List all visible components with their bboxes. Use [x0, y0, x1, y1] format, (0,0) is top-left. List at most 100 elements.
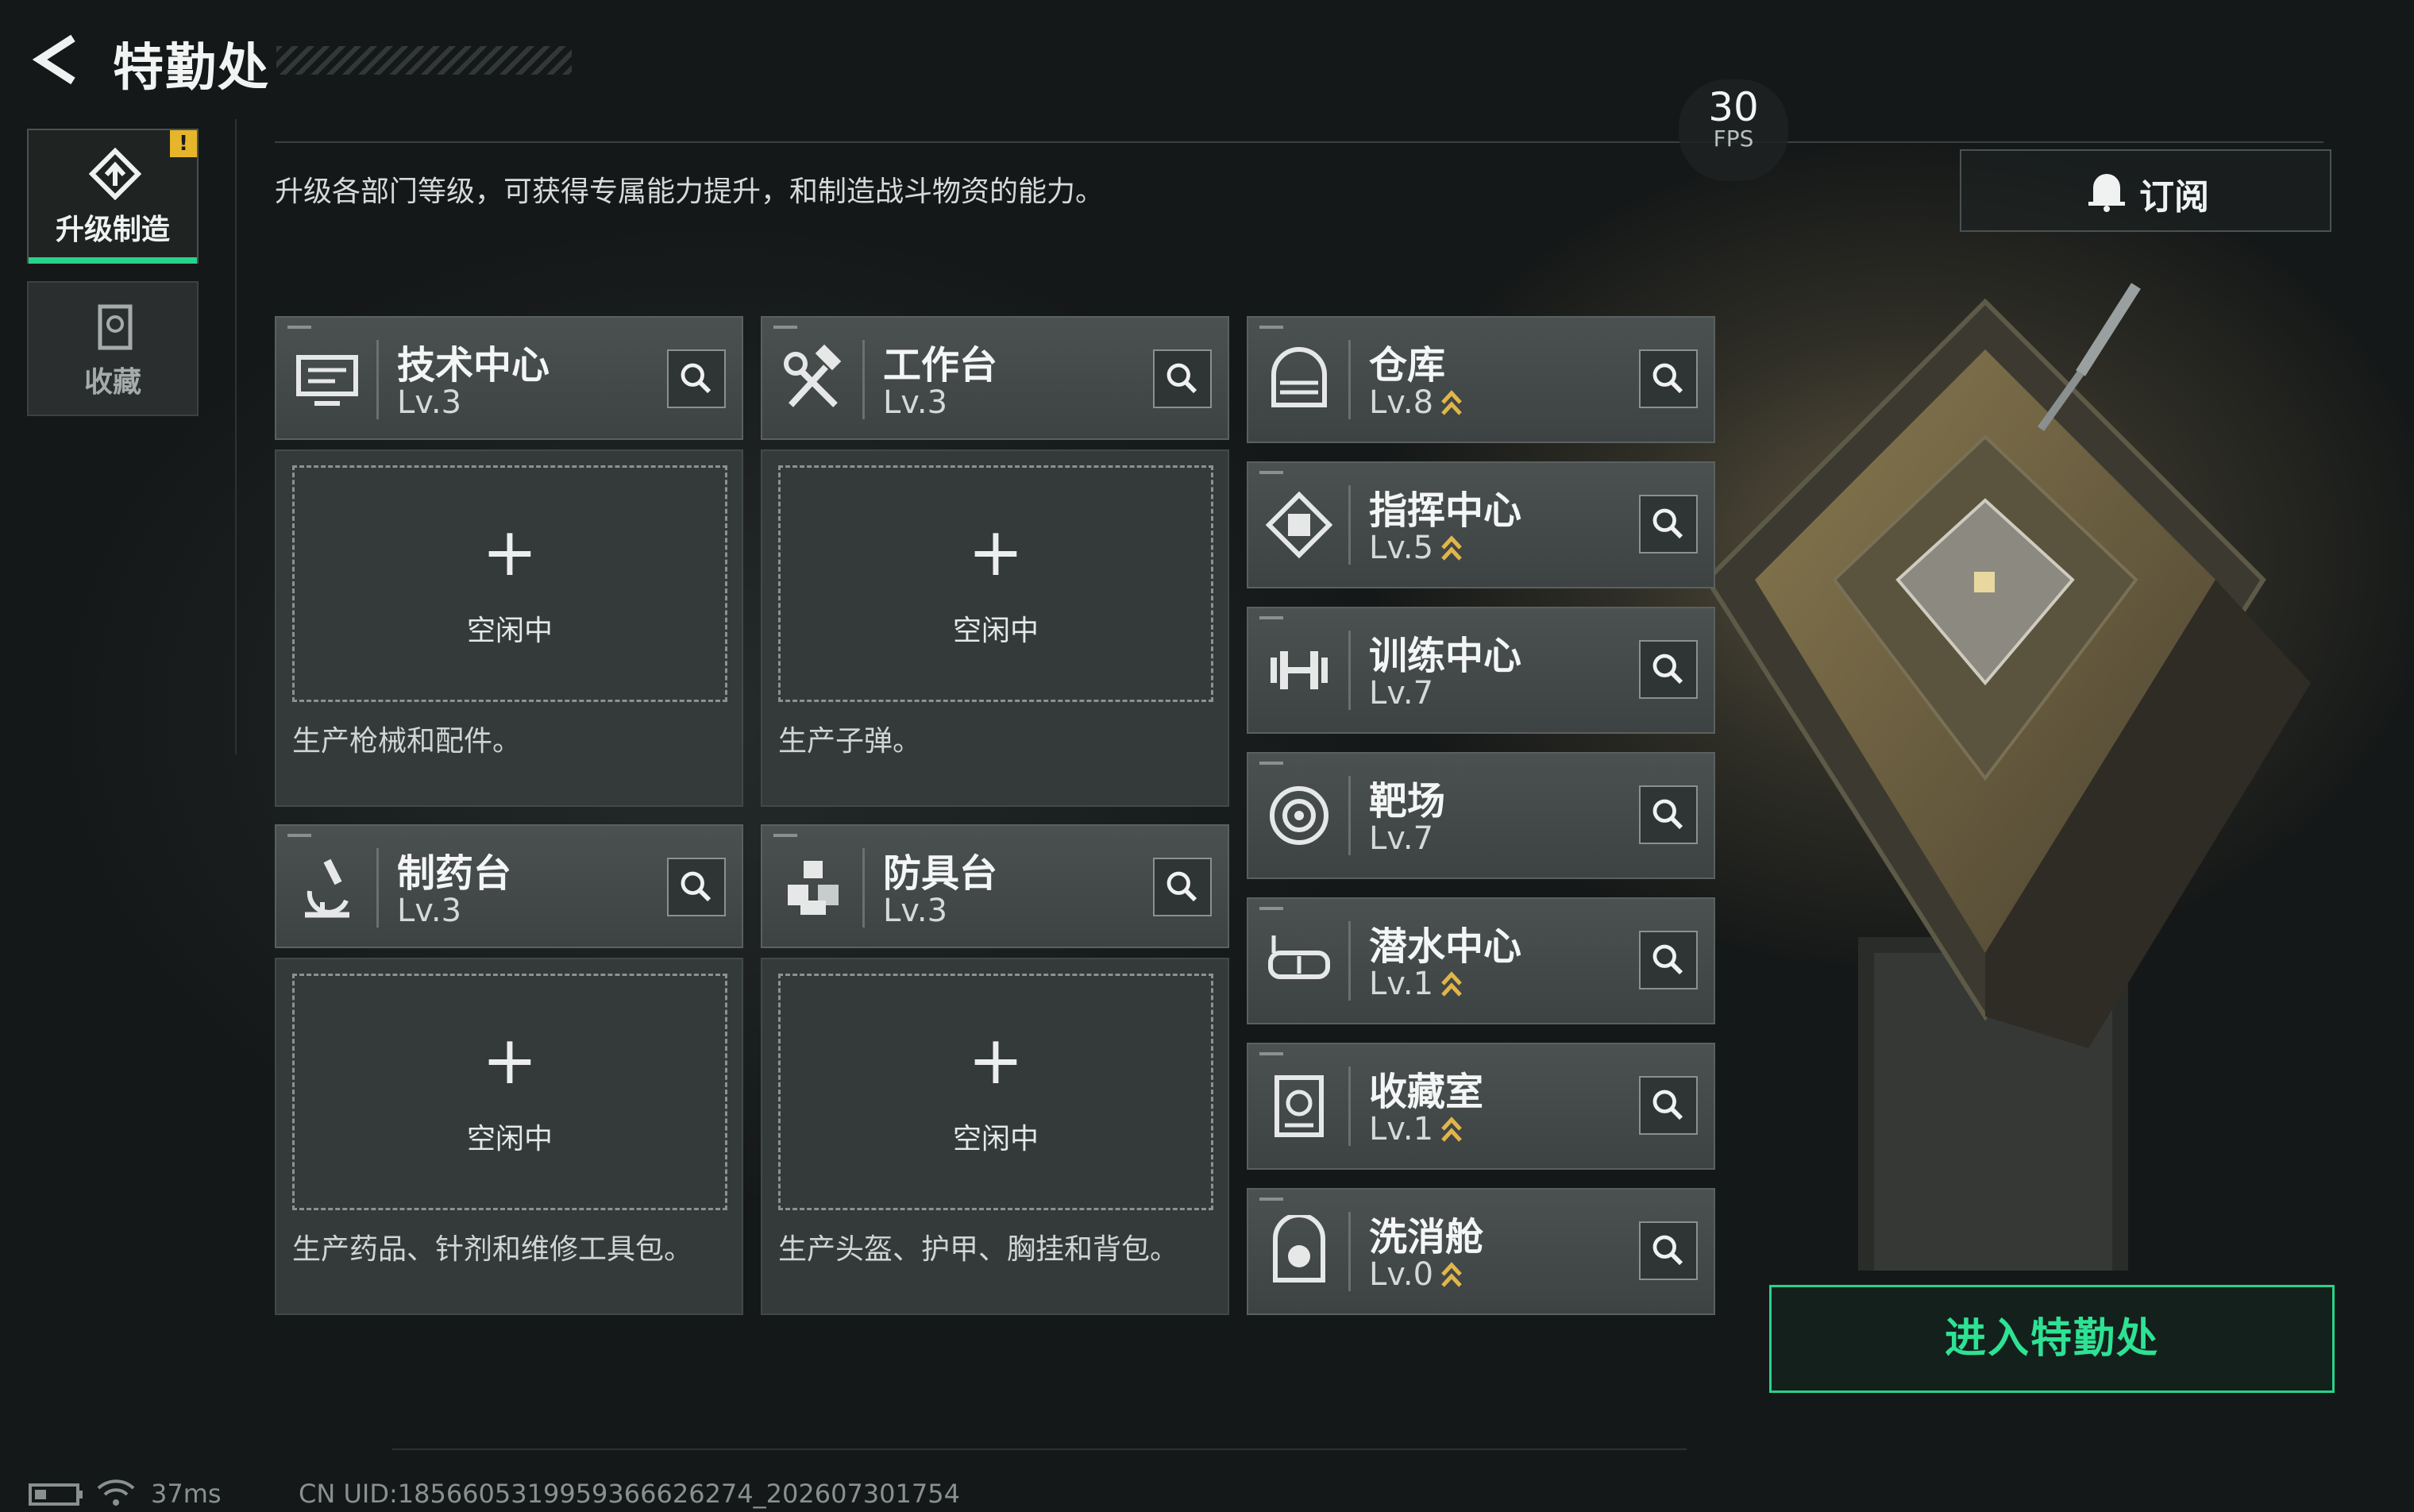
facility-level: Lv.3 — [883, 384, 948, 421]
enter-button-label: 进入特勤处 — [1944, 1315, 2159, 1363]
icon-separator — [862, 340, 865, 419]
card-tag — [773, 834, 797, 837]
diving-mask-icon — [1268, 935, 1330, 979]
icon-separator — [1348, 776, 1351, 855]
search-icon[interactable] — [667, 349, 726, 408]
search-icon[interactable] — [1639, 785, 1698, 844]
card-tag — [1259, 326, 1283, 329]
production-slot[interactable]: + 空闲中 — [292, 465, 727, 702]
facility-card-header[interactable]: 制药台 Lv.3 — [275, 824, 743, 948]
search-icon[interactable] — [667, 858, 726, 916]
production-description: 生产枪械和配件。 — [292, 725, 522, 758]
search-icon[interactable] — [1639, 1221, 1698, 1280]
slot-status: 空闲中 — [466, 615, 553, 647]
search-icon[interactable] — [1639, 931, 1698, 989]
plus-icon: + — [481, 513, 538, 591]
facility-level: Lv.8 — [1369, 384, 1434, 421]
tab-collection[interactable]: 收藏 — [27, 281, 199, 416]
production-panel: + 空闲中 生产药品、针剂和维修工具包。 — [275, 958, 743, 1315]
collection-icon — [1274, 1075, 1324, 1137]
facility-item[interactable]: 仓库 Lv.8 — [1247, 316, 1715, 443]
production-description: 生产头盔、护甲、胸挂和背包。 — [778, 1233, 1179, 1266]
facility-name: 收藏室 — [1369, 1070, 1484, 1114]
production-description: 生产药品、针剂和维修工具包。 — [292, 1233, 693, 1266]
plus-icon: + — [481, 1021, 538, 1099]
subscribe-label: 订阅 — [2139, 177, 2209, 218]
production-slot[interactable]: + 空闲中 — [778, 974, 1213, 1210]
card-tag — [773, 326, 797, 329]
warehouse-icon — [1271, 347, 1327, 407]
icon-separator — [1348, 1066, 1351, 1146]
facility-name: 训练中心 — [1369, 634, 1522, 678]
armor-icon — [788, 861, 839, 915]
facility-name: 工作台 — [883, 343, 998, 388]
upgrade-arrow-icon — [1441, 1262, 1462, 1287]
card-tag — [1259, 762, 1283, 765]
facility-card-header[interactable]: 工作台 Lv.3 — [761, 316, 1229, 440]
search-icon[interactable] — [1639, 349, 1698, 408]
plus-icon: + — [967, 1021, 1024, 1099]
slot-status: 空闲中 — [952, 615, 1039, 647]
search-icon[interactable] — [1153, 349, 1212, 408]
search-icon[interactable] — [1639, 640, 1698, 699]
battery-icon — [29, 1483, 83, 1506]
fps-label: FPS — [1713, 125, 1754, 152]
tools-icon — [784, 344, 842, 407]
page-description: 升级各部门等级，可获得专属能力提升，和制造战斗物资的能力。 — [275, 176, 1105, 208]
bottom-divider — [392, 1448, 1687, 1450]
production-panel: + 空闲中 生产枪械和配件。 — [275, 449, 743, 807]
upgrade-icon — [89, 148, 141, 200]
upgrade-arrow-icon — [1441, 535, 1462, 561]
header-divider — [275, 141, 2323, 143]
active-tab-indicator — [29, 257, 197, 264]
command-chip-icon — [1265, 491, 1333, 559]
facility-item[interactable]: 指挥中心 Lv.5 — [1247, 461, 1715, 588]
facility-item[interactable]: 潜水中心 Lv.1 — [1247, 897, 1715, 1024]
enter-special-ops-button[interactable]: 进入特勤处 — [1769, 1285, 2335, 1393]
bell-icon — [2088, 174, 2125, 212]
slot-status: 空闲中 — [466, 1123, 553, 1155]
back-arrow-icon[interactable] — [29, 32, 84, 87]
facility-level-row: Lv.1 — [1369, 1111, 1463, 1148]
upgrade-arrow-icon — [1441, 1117, 1462, 1142]
facility-card-header[interactable]: 技术中心 Lv.3 — [275, 316, 743, 440]
icon-separator — [1348, 631, 1351, 710]
monitor-icon — [296, 355, 358, 406]
facility-level: Lv.0 — [1369, 1256, 1434, 1293]
facility-item[interactable]: 训练中心 Lv.7 — [1247, 607, 1715, 734]
facility-item[interactable]: 洗消舱 Lv.0 — [1247, 1188, 1715, 1315]
facility-item[interactable]: 靶场 Lv.7 — [1247, 752, 1715, 879]
search-icon[interactable] — [1639, 495, 1698, 554]
facility-level: Lv.3 — [397, 893, 462, 929]
tab-label: 收藏 — [83, 366, 141, 399]
facility-card-header[interactable]: 防具台 Lv.3 — [761, 824, 1229, 948]
collection-icon — [98, 304, 133, 350]
title-decoration — [276, 46, 572, 75]
facility-item[interactable]: 收藏室 Lv.1 — [1247, 1043, 1715, 1170]
icon-separator — [862, 848, 865, 928]
facility-level: Lv.7 — [1369, 820, 1434, 857]
tab-upgrade-craft[interactable]: ! 升级制造 — [27, 129, 199, 264]
production-slot[interactable]: + 空闲中 — [778, 465, 1213, 702]
search-icon[interactable] — [1153, 858, 1212, 916]
target-icon — [1270, 786, 1328, 845]
card-tag — [287, 326, 311, 329]
card-tag — [1259, 1198, 1283, 1201]
uid-readout: CN UID:1856605319959366626274_2026073017… — [299, 1479, 960, 1509]
production-slot[interactable]: + 空闲中 — [292, 974, 727, 1210]
production-panel: + 空闲中 生产子弹。 — [761, 449, 1229, 807]
search-icon[interactable] — [1639, 1076, 1698, 1135]
warning-badge: ! — [170, 130, 197, 157]
card-tag — [1259, 616, 1283, 619]
facility-level: Lv.5 — [1369, 530, 1434, 566]
subscribe-button[interactable]: 订阅 — [1960, 149, 2331, 232]
sidebar-divider — [235, 119, 237, 754]
facility-artwork — [1707, 283, 2311, 1271]
icon-separator — [1348, 340, 1351, 419]
icon-separator — [1348, 485, 1351, 565]
facility-name: 靶场 — [1369, 779, 1446, 824]
facility-name: 指挥中心 — [1369, 488, 1522, 533]
card-tag — [1259, 471, 1283, 474]
plus-icon: + — [967, 513, 1024, 591]
facility-level: Lv.7 — [1369, 675, 1434, 712]
